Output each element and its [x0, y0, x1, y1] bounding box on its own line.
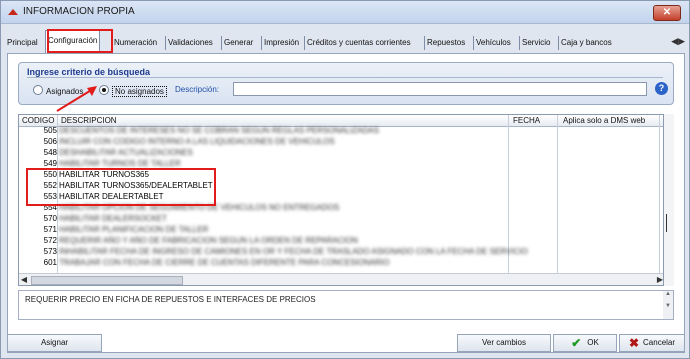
tab-servicio[interactable]: Servicio	[522, 36, 550, 50]
column-fecha[interactable]: FECHA	[513, 116, 540, 125]
radio-no-asignados-label: No asignados	[112, 86, 167, 97]
ok-label: OK	[587, 338, 599, 347]
table-row[interactable]: 548 DESHABILITAR ACTUALIZACIONES	[19, 148, 663, 158]
search-criteria-group: Ingrese criterio de búsqueda Asignados N…	[18, 62, 674, 105]
table-row[interactable]: 572 REQUERIR AÑO Y AÑO DE FABRICACION SEG…	[19, 236, 663, 246]
row-code: 506	[43, 137, 57, 146]
tab-separator	[261, 36, 262, 50]
title-bar: INFORMACION PROPIA ✕	[1, 1, 689, 24]
row-code: 570	[43, 214, 57, 223]
scroll-thumb[interactable]	[31, 276, 183, 285]
table-row[interactable]: 571 HABILITAR PLANIFICACION DE TALLER	[19, 225, 663, 235]
column-descripcion[interactable]: DESCRIPCION	[61, 116, 117, 125]
ok-button[interactable]: ✔ OK	[553, 334, 617, 352]
tab-separator	[165, 36, 166, 50]
tab-separator	[424, 36, 425, 50]
check-icon: ✔	[571, 336, 582, 350]
row-code: 572	[43, 236, 57, 245]
view-changes-button[interactable]: Ver cambios	[457, 334, 551, 352]
row-description: HABILITAR PLANIFICACION DE TALLER	[59, 225, 209, 234]
row-description: DESHABILITAR ACTUALIZACIONES	[59, 148, 193, 157]
scroll-right-icon[interactable]: ▶	[655, 274, 663, 285]
app-icon	[8, 9, 18, 15]
annotation-arrow	[56, 86, 97, 112]
window: INFORMACION PROPIA ✕ Principal Configura…	[0, 0, 690, 359]
horizontal-scrollbar[interactable]: ◀ ▶	[19, 273, 663, 285]
radio-no-asignados[interactable]: No asignados	[99, 85, 167, 97]
column-codigo[interactable]: CODIGO	[22, 116, 54, 125]
cancel-button[interactable]: ✖ Cancelar	[619, 334, 685, 352]
criteria-title: Ingrese criterio de búsqueda	[27, 67, 151, 77]
row-description: INHABILITAR FECHA DE INGRESO DE CAMIONES…	[59, 247, 528, 256]
tab-separator	[473, 36, 474, 50]
scroll-left-icon[interactable]: ◀	[19, 274, 29, 285]
highlight-rows-box	[26, 168, 216, 206]
row-description: DESCUENTOS DE INTERESES NO SE COBRAN SEG…	[59, 126, 379, 135]
window-title: INFORMACION PROPIA	[23, 6, 135, 17]
tab-numeracion[interactable]: Numeración	[114, 36, 157, 50]
vertical-scrollbar[interactable]	[664, 114, 674, 286]
close-button[interactable]: ✕	[653, 5, 681, 21]
table-row[interactable]: 601 TRABAJAR CON FECHA DE CIERRE DE CUENT…	[19, 258, 663, 268]
row-description: INCLUIR CON CODIGO INTERNO A LAS LIQUIDA…	[59, 137, 335, 146]
tab-separator	[519, 36, 520, 50]
question-icon[interactable]: ?	[655, 82, 668, 95]
tab-vehiculos[interactable]: Vehículos	[476, 36, 511, 50]
radio-circle-icon	[33, 85, 43, 95]
tab-repuestos[interactable]: Repuestos	[427, 36, 465, 50]
description-note: REQUERIR PRECIO EN FICHA DE REPUESTOS E …	[18, 290, 674, 320]
cancel-x-icon: ✖	[628, 336, 640, 350]
description-label: Descripción:	[175, 85, 220, 94]
row-code: 573	[43, 247, 57, 256]
table-row[interactable]: 505 DESCUENTOS DE INTERESES NO SE COBRAN …	[19, 126, 663, 136]
assign-button[interactable]: Asignar	[7, 334, 102, 352]
row-code: 601	[43, 258, 57, 267]
row-code: 505	[43, 126, 57, 135]
tab-generar[interactable]: Generar	[224, 36, 253, 50]
table-row[interactable]: 506 INCLUIR CON CODIGO INTERNO A LAS LIQU…	[19, 137, 663, 147]
note-text: REQUERIR PRECIO EN FICHA DE REPUESTOS E …	[25, 295, 316, 304]
description-input[interactable]	[233, 82, 647, 96]
tab-panel: Ingrese criterio de búsqueda Asignados N…	[7, 53, 685, 353]
highlight-tab-box	[47, 29, 113, 53]
tab-creditos[interactable]: Créditos y cuentas corrientes	[307, 36, 411, 50]
row-description: HABILITAR DEALERSOCKET	[59, 214, 167, 223]
tab-scroll-arrows[interactable]: ◀▶	[671, 36, 685, 47]
criteria-divider	[27, 77, 663, 78]
tab-separator	[221, 36, 222, 50]
row-code: 571	[43, 225, 57, 234]
column-dms-web[interactable]: Aplica solo a DMS web	[563, 116, 645, 125]
row-description: TRABAJAR CON FECHA DE CIERRE DE CUENTAS …	[59, 258, 390, 267]
tab-impresion[interactable]: Impresión	[264, 36, 299, 50]
note-scrollbar[interactable]: ▲ ▼	[663, 291, 673, 319]
tab-separator	[304, 36, 305, 50]
tab-validaciones[interactable]: Validaciones	[168, 36, 213, 50]
tab-caja-bancos[interactable]: Caja y bancos	[561, 36, 612, 50]
tab-principal[interactable]: Principal	[7, 36, 38, 50]
cancel-label: Cancelar	[643, 338, 676, 347]
bottom-bar: Asignar Ver cambios ✔ OK ✖ Cancelar	[7, 334, 685, 354]
row-code: 548	[43, 148, 57, 157]
table-row[interactable]: 573 INHABILITAR FECHA DE INGRESO DE CAMIO…	[19, 247, 663, 257]
row-description: REQUERIR AÑO Y AÑO DE FABRICACION SEGUN …	[59, 236, 358, 245]
vertical-scroll-thumb[interactable]	[666, 214, 667, 232]
tab-separator	[558, 36, 559, 50]
table-row[interactable]: 570 HABILITAR DEALERSOCKET	[19, 214, 663, 224]
